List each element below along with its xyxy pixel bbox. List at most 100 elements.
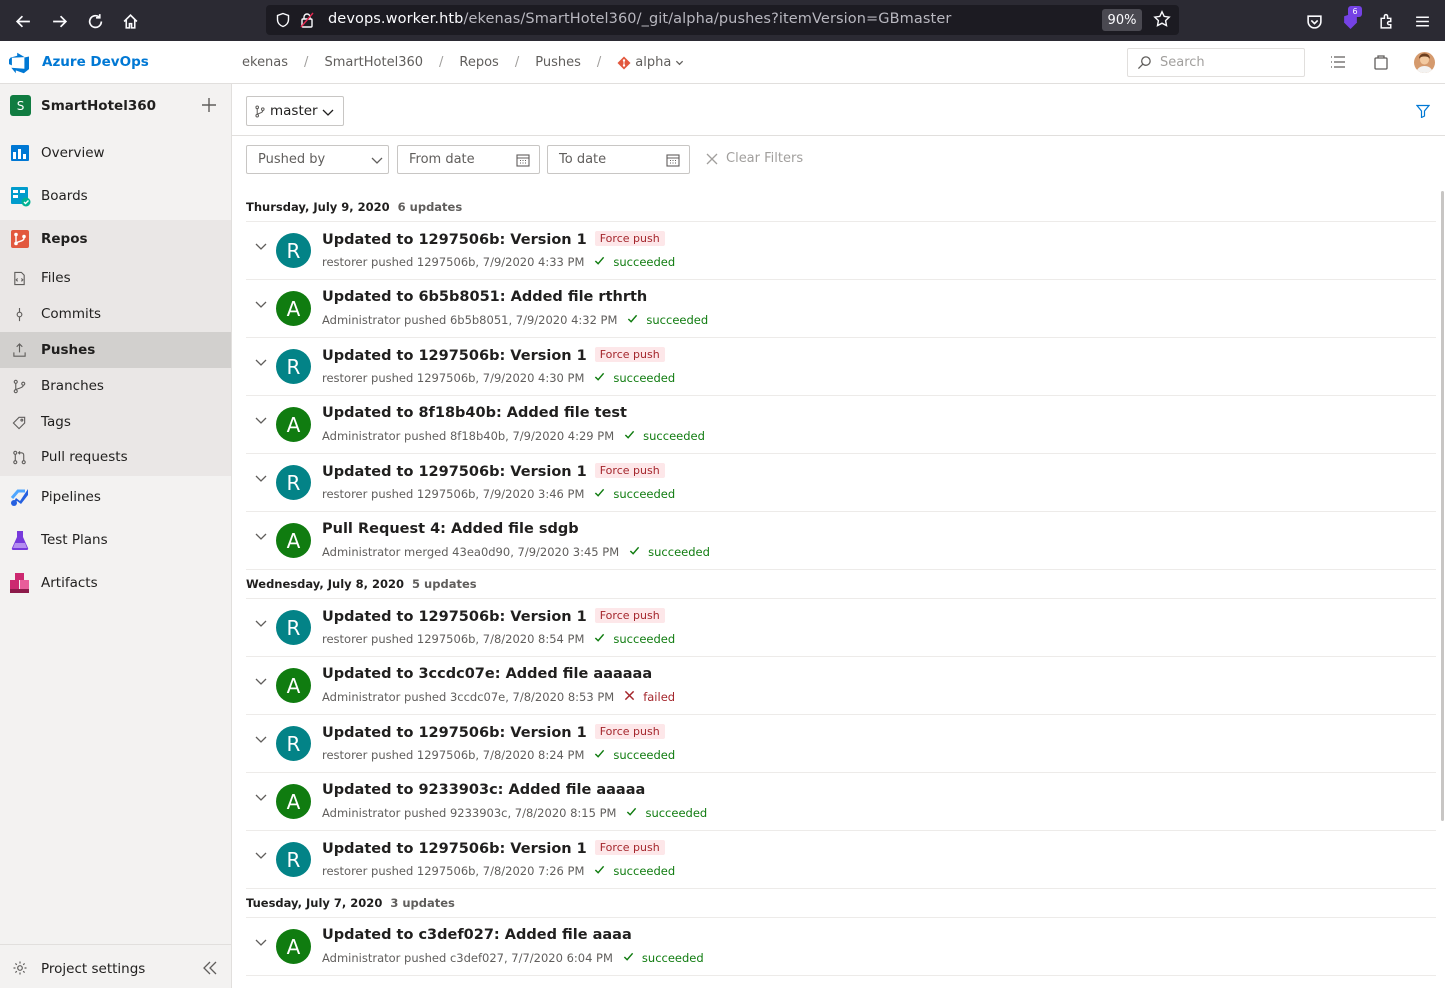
sidebar-item-pull-requests[interactable]: Pull requests [0, 439, 231, 475]
sidebar-item-tags[interactable]: Tags [0, 404, 231, 440]
sidebar-item-commits[interactable]: Commits [0, 296, 231, 332]
clear-filters-button[interactable]: Clear Filters [706, 151, 803, 166]
sidebar-item-overview[interactable]: Overview [0, 133, 231, 173]
pusher-avatar: R [276, 349, 311, 384]
push-row[interactable]: R Updated to 1297506b: Version 1 Force pu… [246, 599, 1436, 657]
push-row[interactable]: A Updated to 8f18b40b: Added file test A… [246, 396, 1436, 454]
push-title[interactable]: Updated to 1297506b: Version 1 Force push [322, 840, 665, 857]
breadcrumb-pushes[interactable]: Pushes [535, 55, 581, 70]
project-settings-row[interactable]: Project settings [0, 944, 231, 988]
collapse-sidebar-icon[interactable] [202, 960, 218, 976]
expand-chevron-icon[interactable] [254, 673, 268, 687]
expand-chevron-icon[interactable] [254, 238, 268, 252]
expand-chevron-icon[interactable] [254, 354, 268, 368]
repo-selector[interactable]: alpha [617, 55, 684, 70]
day-group-header: Tuesday, July 7, 2020 3 updates [246, 896, 455, 910]
main-content: master Pushed by From date To date Clear… [232, 84, 1445, 988]
expand-chevron-icon[interactable] [254, 731, 268, 745]
home-icon[interactable] [112, 3, 148, 39]
sidebar-item-pipelines[interactable]: Pipelines [0, 477, 231, 517]
sidebar-item-pushes[interactable]: Pushes [0, 332, 231, 368]
breadcrumb-repos[interactable]: Repos [459, 55, 498, 70]
zoom-level[interactable]: 90% [1102, 9, 1142, 31]
user-avatar[interactable] [1414, 52, 1435, 73]
sidebar-item-files[interactable]: Files [0, 260, 231, 296]
sidebar-item-repos[interactable]: Repos [0, 219, 231, 259]
extensions-puzzle-icon[interactable] [1368, 3, 1404, 39]
push-title[interactable]: Updated to 1297506b: Version 1 Force push [322, 347, 665, 364]
push-row[interactable]: R Updated to 1297506b: Version 1 Force pu… [246, 831, 1436, 889]
expand-chevron-icon[interactable] [254, 847, 268, 861]
push-status: succeeded [627, 313, 708, 327]
sidebar-item-branches[interactable]: Branches [0, 368, 231, 404]
push-title[interactable]: Updated to 3ccdc07e: Added file aaaaaa [322, 666, 652, 682]
check-icon [626, 806, 645, 820]
push-title[interactable]: Pull Request 4: Added file sdgb [322, 521, 579, 537]
to-date-input[interactable]: To date [547, 145, 690, 174]
search-input[interactable]: Search [1127, 48, 1305, 77]
push-title[interactable]: Updated to c3def027: Added file aaaa [322, 927, 632, 943]
project-name[interactable]: SmartHotel360 [41, 98, 156, 114]
plus-icon[interactable] [200, 96, 218, 114]
app-title[interactable]: Azure DevOps [42, 54, 149, 70]
push-title[interactable]: Updated to 9233903c: Added file aaaaa [322, 782, 645, 798]
calendar-icon[interactable] [516, 153, 530, 167]
calendar-icon[interactable] [666, 153, 680, 167]
project-settings-label[interactable]: Project settings [41, 961, 145, 977]
force-push-badge: Force push [594, 724, 665, 739]
expand-chevron-icon[interactable] [254, 615, 268, 629]
repos-icon [11, 230, 29, 248]
sidebar-item-test-plans[interactable]: Test Plans [0, 520, 231, 560]
sidebar-item-artifacts[interactable]: Artifacts [0, 563, 231, 603]
pusher-avatar: R [276, 465, 311, 500]
shopping-bag-icon[interactable] [1372, 53, 1390, 71]
push-row[interactable]: A Updated to 6b5b8051: Added file rthrth… [246, 280, 1436, 338]
breadcrumb-org[interactable]: ekenas [242, 55, 288, 70]
breadcrumb-project[interactable]: SmartHotel360 [324, 55, 423, 70]
url-bar[interactable]: devops.worker.htb/ekenas/SmartHotel360/_… [266, 5, 1179, 35]
day-date: Thursday, July 9, 2020 [246, 200, 390, 214]
from-date-input[interactable]: From date [397, 145, 540, 174]
push-status-text: failed [643, 690, 676, 704]
pocket-icon[interactable] [1296, 3, 1332, 39]
menu-hamburger-icon[interactable] [1404, 3, 1440, 39]
lock-icon[interactable] [300, 12, 314, 28]
push-row[interactable]: R Updated to 1297506b: Version 1 Force pu… [246, 338, 1436, 396]
expand-chevron-icon[interactable] [254, 934, 268, 948]
push-title[interactable]: Updated to 1297506b: Version 1 Force push [322, 231, 665, 248]
sidebar-item-label: Files [41, 270, 71, 286]
project-header[interactable]: S SmartHotel360 [0, 84, 231, 128]
shield-icon[interactable] [275, 12, 291, 28]
push-title-text: Updated to 8f18b40b: Added file test [322, 405, 627, 421]
list-settings-icon[interactable] [1329, 53, 1347, 71]
scrollbar[interactable] [1441, 191, 1444, 821]
push-row[interactable]: A Updated to c3def027: Added file aaaa A… [246, 918, 1436, 976]
back-icon[interactable] [5, 3, 41, 39]
push-title[interactable]: Updated to 8f18b40b: Added file test [322, 405, 627, 421]
push-row[interactable]: R Updated to 1297506b: Version 1 Force pu… [246, 454, 1436, 512]
url-text[interactable]: devops.worker.htb/ekenas/SmartHotel360/_… [328, 11, 951, 27]
filter-icon[interactable] [1416, 104, 1430, 118]
push-title[interactable]: Updated to 1297506b: Version 1 Force push [322, 608, 665, 625]
azure-devops-logo-icon[interactable] [9, 52, 31, 74]
push-title[interactable]: Updated to 1297506b: Version 1 Force push [322, 463, 665, 480]
sidebar-item-boards[interactable]: Boards [0, 176, 231, 216]
reload-icon[interactable] [77, 3, 113, 39]
forward-icon[interactable] [41, 3, 77, 39]
push-row[interactable]: A Updated to 3ccdc07e: Added file aaaaaa… [246, 657, 1436, 715]
expand-chevron-icon[interactable] [254, 412, 268, 426]
expand-chevron-icon[interactable] [254, 789, 268, 803]
push-details: Administrator pushed 9233903c, 7/8/2020 … [322, 806, 707, 820]
push-row[interactable]: A Pull Request 4: Added file sdgb Admini… [246, 512, 1436, 570]
push-row[interactable]: R Updated to 1297506b: Version 1 Force pu… [246, 222, 1436, 280]
expand-chevron-icon[interactable] [254, 528, 268, 542]
branch-selector[interactable]: master [246, 96, 344, 126]
push-row[interactable]: R Updated to 1297506b: Version 1 Force pu… [246, 715, 1436, 773]
bookmark-star-icon[interactable] [1153, 10, 1171, 28]
push-title[interactable]: Updated to 1297506b: Version 1 Force push [322, 724, 665, 741]
push-row[interactable]: A Updated to 9233903c: Added file aaaaa … [246, 773, 1436, 831]
expand-chevron-icon[interactable] [254, 470, 268, 484]
pushed-by-dropdown[interactable]: Pushed by [246, 145, 389, 174]
expand-chevron-icon[interactable] [254, 296, 268, 310]
push-title[interactable]: Updated to 6b5b8051: Added file rthrth [322, 289, 647, 305]
